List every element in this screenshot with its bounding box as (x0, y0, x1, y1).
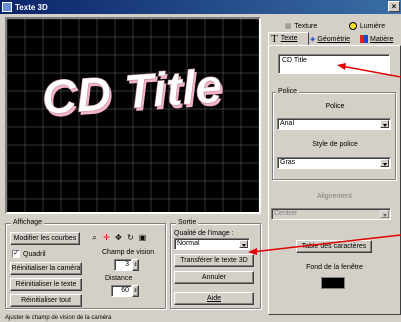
tab-geometrie[interactable]: ◈ Géométrie (310, 33, 358, 45)
text-input[interactable]: CD Title (278, 54, 390, 74)
geometry-icon: ◈ (310, 36, 316, 43)
affichage-group: Affichage Modifier les courbes ⌕ ✛ ✥ ↻ ▣… (5, 219, 166, 309)
texture-icon: ▦ (284, 23, 292, 30)
distance-label: Distance (105, 275, 133, 282)
distance-spinner[interactable]: ⇕ (132, 285, 139, 297)
chevron-down-icon (380, 120, 389, 128)
reset-all-button[interactable]: Réinitialiser tout (10, 294, 82, 307)
tab-texture-label: Texture (294, 22, 318, 30)
quality-dropdown[interactable]: Normal (174, 238, 250, 250)
alignment-dropdown: Centrer (271, 208, 391, 220)
font-style-label: Style de police (312, 141, 358, 148)
affichage-group-label: Affichage (11, 219, 45, 226)
police-label: Police (325, 103, 345, 110)
sortie-group: Sortie Qualité de l'image : Normal Trans… (170, 219, 261, 309)
frame-icon[interactable]: ▣ (137, 232, 148, 243)
status-bar: Ajuster le champ de vision de la caméra (2, 315, 399, 322)
reset-text-button[interactable]: Réinitialiser le texte (10, 278, 82, 291)
preview-render: CD Title CD Title (7, 19, 259, 212)
font-style-value: Gras (280, 159, 296, 166)
quality-label: Qualité de l'image : (174, 230, 234, 237)
axis-icon[interactable]: ✛ (101, 232, 112, 243)
preview-canvas[interactable]: CD Title CD Title (5, 17, 261, 214)
sortie-group-label: Sortie (176, 219, 199, 226)
tab-lumiere[interactable]: Lumière (336, 20, 398, 32)
distance-value: 60 (121, 287, 129, 294)
field-of-view-label: Champ de vision (102, 249, 155, 256)
cancel-button[interactable]: Annuler (174, 271, 254, 284)
character-table-button[interactable]: Table des caractères (296, 240, 372, 253)
reset-camera-button[interactable]: Réinitialiser la caméra (10, 262, 82, 275)
tab-page-texte: CD Title Police Police Arial Style de po… (268, 45, 401, 315)
tab-geometrie-label: Géométrie (317, 35, 351, 43)
move-icon[interactable]: ✥ (113, 232, 124, 243)
tab-texte-label: Texte (280, 35, 298, 42)
chevron-down-icon (380, 159, 389, 167)
properties-panel: ▦ Texture Lumière T Texte ◈ Géométrie Ma… (266, 17, 401, 315)
chevron-down-icon (380, 210, 389, 218)
close-button[interactable]: × (388, 1, 400, 12)
transfer-3d-button[interactable]: Transférer le texte 3D (174, 254, 254, 267)
window-bg-label: Fond de la fenêtre (306, 264, 363, 271)
rotate-icon[interactable]: ↻ (125, 232, 136, 243)
field-of-view-value: 3 (125, 261, 129, 268)
field-of-view-input[interactable]: 3 (114, 259, 132, 271)
zoom-icon[interactable]: ⌕ (89, 232, 100, 243)
window-title: Texte 3D (15, 2, 48, 12)
font-dropdown[interactable]: Arial (277, 118, 391, 130)
police-group: Police Police Arial Style de police Gras (272, 88, 396, 180)
modify-curves-button[interactable]: Modifier les courbes (10, 232, 80, 245)
tab-matiere-label: Matière (370, 35, 394, 43)
field-of-view-spinner[interactable]: ⇕ (132, 259, 139, 271)
font-style-dropdown[interactable]: Gras (277, 157, 391, 169)
text-input-value: CD Title (282, 57, 307, 64)
text-t-icon: T (271, 32, 278, 45)
window-bg-color-swatch[interactable] (321, 277, 345, 289)
tab-lumiere-label: Lumière (359, 22, 386, 30)
grid-label: Quadril (23, 251, 46, 258)
texte-3d-window: Texte 3D × CD Title CD Title Affichage M… (0, 0, 401, 322)
light-icon (348, 22, 357, 30)
distance-input[interactable]: 60 (111, 285, 132, 297)
tab-matiere[interactable]: Matière (360, 33, 400, 45)
font-value: Arial (280, 120, 295, 127)
grid-checkbox[interactable]: ✓ (12, 250, 20, 258)
tab-texte[interactable]: T Texte (268, 32, 309, 45)
status-text: Ajuster le champ de vision de la caméra (5, 315, 112, 321)
chevron-down-icon (239, 240, 248, 248)
title-bar: Texte 3D × (0, 0, 401, 14)
police-group-label: Police (276, 88, 300, 95)
tab-texture[interactable]: ▦ Texture (270, 20, 332, 32)
material-icon (360, 35, 368, 43)
quality-value: Normal (177, 240, 200, 247)
help-button[interactable]: Aide (174, 292, 254, 305)
app-icon (2, 2, 12, 12)
alignment-value: Centrer (274, 210, 298, 217)
alignment-label: Alignement (316, 193, 353, 200)
